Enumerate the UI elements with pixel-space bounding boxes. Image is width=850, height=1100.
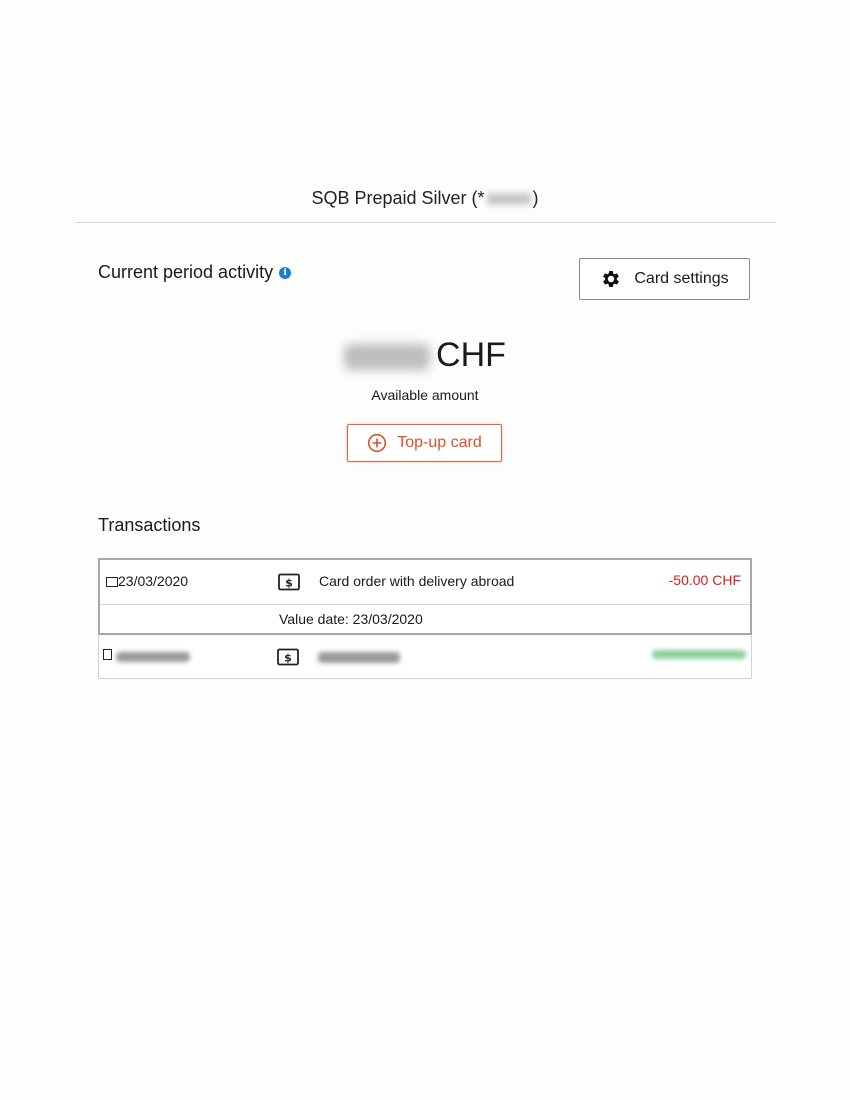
dollar-bill-icon: $ [277, 648, 299, 666]
row-checkbox[interactable] [106, 577, 118, 587]
transactions-heading: Transactions [98, 515, 201, 535]
plus-circle-icon [368, 433, 387, 453]
amount-currency: CHF [436, 336, 506, 374]
gear-icon [603, 271, 620, 287]
transaction-value-date: Value date: 23/03/2020 [279, 611, 423, 627]
masked-amount-value [344, 344, 431, 371]
transaction-row[interactable]: $ [98, 635, 752, 679]
transactions-table: 23/03/2020 $ Card order with delivery ab… [98, 558, 752, 679]
transaction-row[interactable]: 23/03/2020 $ Card order with delivery ab… [98, 558, 752, 635]
card-title-suffix: ) [532, 188, 539, 208]
dollar-bill-icon: $ [278, 573, 300, 591]
header-divider [75, 222, 775, 223]
transaction-amount: -50.00 CHF [668, 572, 741, 588]
card-title: SQB Prepaid Silver (*) [0, 188, 850, 209]
row-checkbox[interactable] [103, 649, 112, 660]
current-period-label: Current period activity [98, 262, 274, 282]
transaction-date: 23/03/2020 [118, 573, 189, 589]
card-settings-label: Card settings [634, 270, 729, 287]
transaction-detail: Value date: 23/03/2020 [100, 604, 750, 634]
svg-text:$: $ [284, 652, 292, 665]
available-amount-caption: Available amount [371, 387, 479, 403]
card-settings-button[interactable]: Card settings [579, 258, 750, 300]
masked-transaction-amount [652, 650, 746, 659]
current-period-heading: Current period activity i [98, 262, 292, 283]
topup-card-button[interactable]: Top-up card [347, 424, 502, 462]
masked-card-number [486, 193, 531, 206]
svg-text:$: $ [285, 577, 293, 590]
masked-transaction-date [116, 652, 190, 662]
available-amount: CHF [0, 336, 850, 375]
topup-card-label: Top-up card [397, 434, 482, 451]
info-icon[interactable]: i [279, 267, 292, 280]
transaction-description: Card order with delivery abroad [319, 573, 515, 589]
transaction-row-main: 23/03/2020 $ Card order with delivery ab… [100, 560, 750, 605]
card-title-prefix: SQB Prepaid Silver (* [311, 188, 485, 208]
masked-transaction-description [318, 652, 400, 663]
